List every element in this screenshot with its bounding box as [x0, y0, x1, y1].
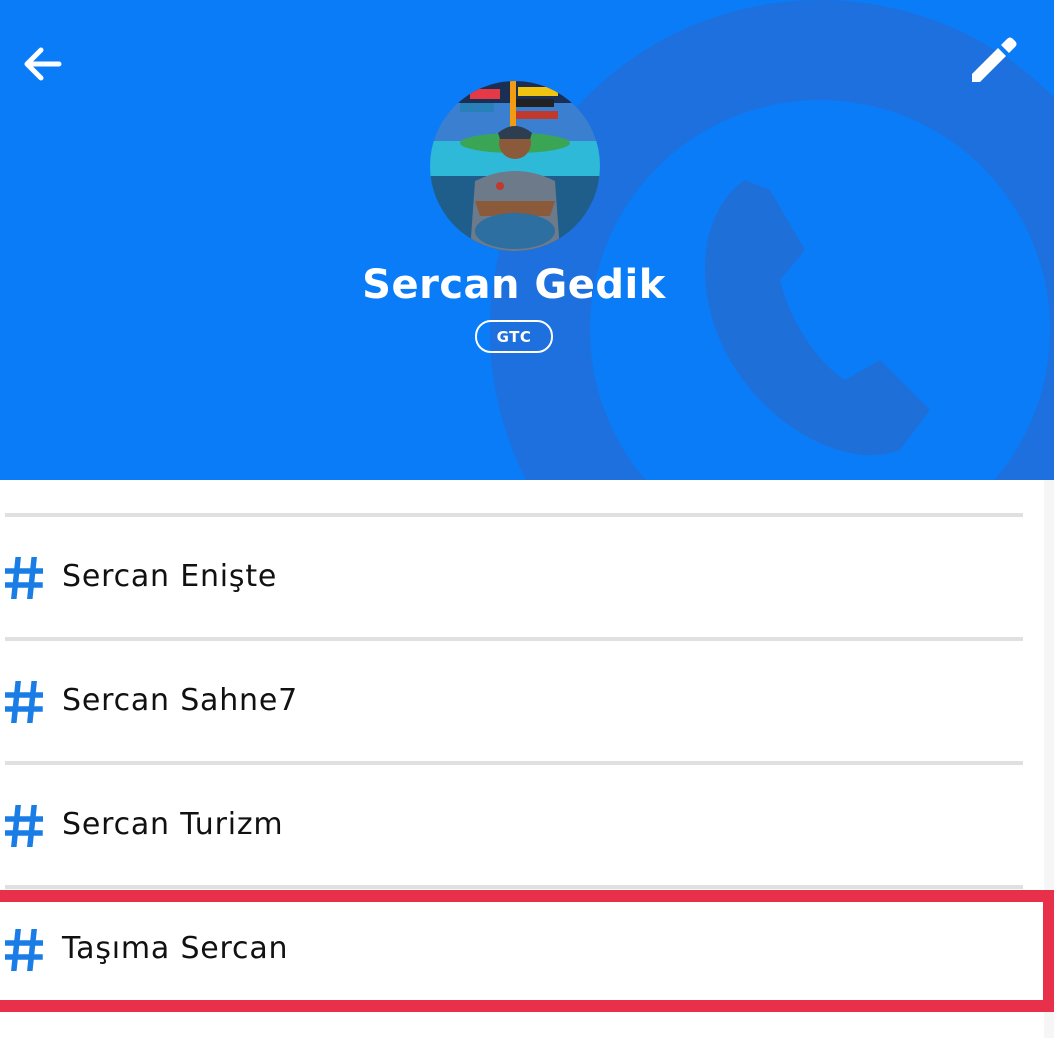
- back-button[interactable]: [14, 36, 70, 92]
- pencil-icon: [972, 37, 1017, 82]
- arrow-left-icon: [24, 47, 62, 81]
- list-item[interactable]: Sercan Turizm: [0, 765, 1030, 883]
- list-item-label: Sercan Turizm: [62, 807, 284, 842]
- list-item-label: Sercan Enişte: [62, 559, 278, 594]
- edit-button[interactable]: [960, 28, 1026, 94]
- hash-icon: [5, 805, 43, 847]
- avatar: [430, 81, 600, 251]
- tag-list: Sercan Enişte Sercan Sahne7 Sercan Turiz…: [0, 480, 1054, 1038]
- profile-name: Sercan Gedik: [362, 262, 666, 308]
- profile-badge: GTC: [475, 320, 553, 353]
- list-item-label: Sercan Sahne7: [62, 683, 299, 718]
- profile-header: Sercan Gedik GTC: [0, 0, 1054, 480]
- list-item[interactable]: Sercan Sahne7: [0, 641, 1030, 759]
- hash-icon: [5, 929, 43, 971]
- hash-icon: [5, 557, 43, 599]
- hash-icon: [5, 681, 43, 723]
- list-item[interactable]: Taşıma Sercan: [0, 889, 1030, 1007]
- scroll-edge: [1044, 480, 1054, 1038]
- list-item-label: Taşıma Sercan: [62, 931, 289, 966]
- list-item[interactable]: Sercan Enişte: [0, 517, 1030, 635]
